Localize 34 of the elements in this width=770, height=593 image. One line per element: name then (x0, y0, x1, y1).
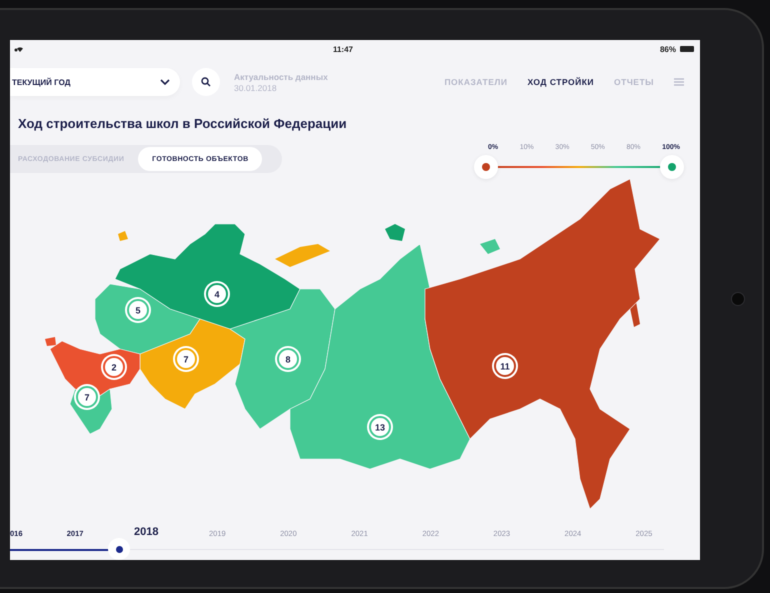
map-island (480, 239, 500, 254)
wifi-icon (14, 46, 26, 52)
region-count-badge[interactable]: 11 (492, 353, 518, 379)
region-count-badge[interactable]: 5 (125, 297, 151, 323)
page-title: Ход строительства школ в Российской Федерации (17, 116, 347, 131)
year-label[interactable]: 2018 (126, 526, 166, 538)
region-count-badge[interactable]: 7 (74, 384, 100, 410)
map-region[interactable] (140, 318, 246, 410)
region-count-badge[interactable]: 13 (367, 414, 393, 440)
map-region[interactable] (290, 243, 470, 470)
chevron-down-icon (160, 79, 170, 85)
timeline-handle[interactable] (108, 538, 130, 560)
range-handle[interactable] (474, 155, 498, 179)
data-date-label: Актуальность данных (234, 72, 328, 82)
region-count-badge[interactable]: 4 (204, 281, 230, 307)
region-count-badge[interactable]: 8 (275, 346, 301, 372)
battery-percent: 86% (660, 44, 676, 54)
period-dropdown[interactable]: ТЕКУЩИЙ ГОД (10, 68, 180, 96)
status-time: 11:47 (332, 44, 353, 54)
map-region[interactable] (114, 224, 300, 330)
map-island (118, 231, 128, 241)
map-island (385, 224, 405, 241)
map-region[interactable] (424, 178, 660, 510)
region-count-badge[interactable]: 2 (101, 354, 127, 380)
map-region[interactable] (229, 288, 336, 430)
data-date: 30.01.2018 (234, 82, 278, 92)
search-button[interactable] (192, 68, 220, 96)
search-icon (201, 77, 211, 87)
range-handle[interactable] (660, 155, 684, 179)
nav-link[interactable]: ХОД СТРОЙКИ (527, 77, 594, 87)
battery-icon (680, 46, 694, 52)
region-count-badge[interactable]: 7 (173, 346, 199, 372)
map-island (275, 244, 330, 267)
map-island (45, 337, 56, 346)
